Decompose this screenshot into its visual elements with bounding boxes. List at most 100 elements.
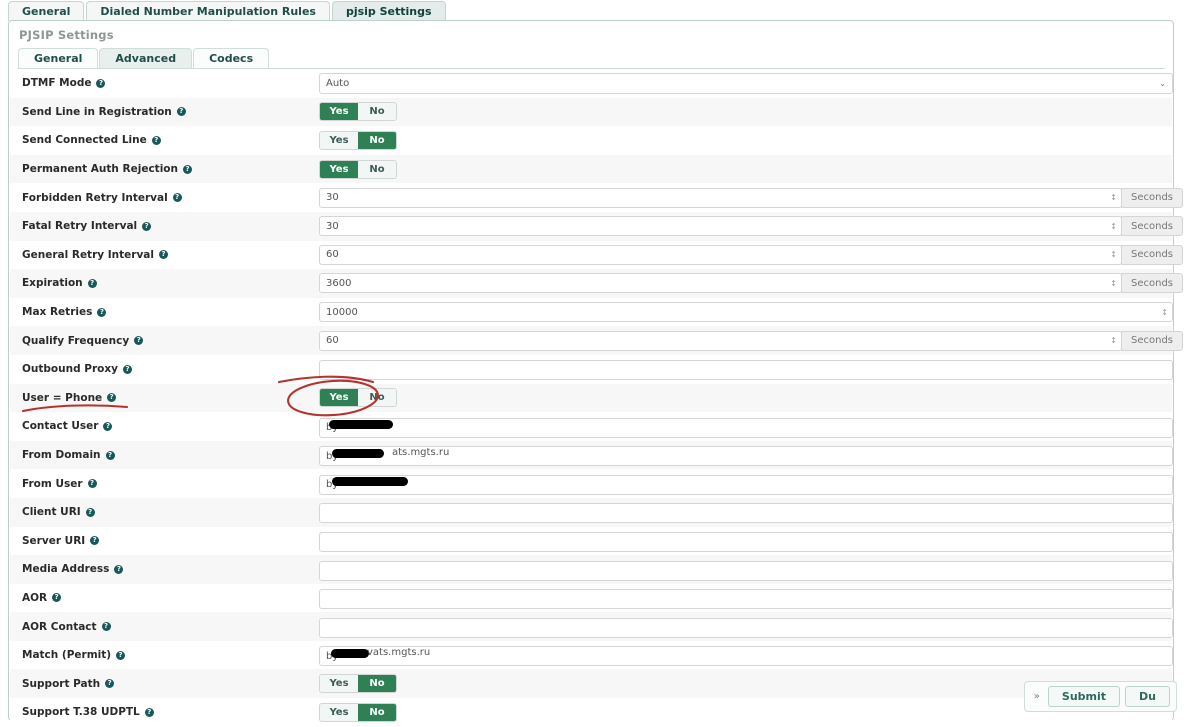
input-qualify-frequency[interactable] [319, 330, 1122, 351]
field-label-max-retries: Max Retries? [22, 306, 319, 318]
field-label-text: From User [22, 477, 83, 490]
unit-label-fatal-retry-interval: Seconds [1121, 216, 1184, 237]
inner-tab-advanced[interactable]: Advanced [99, 48, 193, 68]
toggle-user-equals-phone[interactable]: Yes No [319, 388, 397, 408]
toggle-option-yes-support-t38-udptl[interactable]: Yes [320, 703, 358, 721]
field-control-forbidden-retry-interval: ↕Seconds [319, 187, 1184, 208]
form-row-qualify-frequency: Qualify Frequency? ↕Seconds [10, 326, 1184, 355]
help-icon[interactable]: ? [103, 421, 113, 431]
toggle-option-yes-support-path[interactable]: Yes [320, 675, 358, 693]
field-control-contact-user [319, 415, 1173, 438]
toggle-option-no-support-t38-udptl[interactable]: No [358, 703, 396, 721]
outer-tab-general[interactable]: General [8, 1, 85, 21]
toggle-option-no-user-equals-phone[interactable]: No [358, 389, 396, 407]
field-label-text: Send Connected Line [22, 134, 147, 147]
toggle-option-yes-user-equals-phone[interactable]: Yes [320, 389, 358, 407]
help-icon[interactable]: ? [144, 707, 154, 717]
field-control-client-uri [319, 501, 1173, 524]
number-wrapper-forbidden-retry-interval: ↕ [319, 187, 1122, 208]
field-label-outbound-proxy: Outbound Proxy? [22, 363, 319, 375]
toggle-support-t38-udptl[interactable]: Yes No [319, 702, 397, 722]
help-icon[interactable]: ? [52, 593, 62, 603]
help-icon[interactable]: ? [87, 479, 97, 489]
toggle-option-yes-permanent-auth-rejection[interactable]: Yes [320, 160, 358, 178]
inner-tab-codecs[interactable]: Codecs [193, 48, 270, 68]
field-label-text: Match (Permit) [22, 649, 112, 662]
text-wrapper-aor [319, 587, 1173, 610]
help-icon[interactable]: ? [105, 679, 115, 689]
field-label-text: Client URI [22, 506, 81, 519]
field-control-from-domain: ats.mgts.ru [319, 444, 1173, 467]
help-icon[interactable]: ? [159, 250, 168, 260]
toggle-option-yes-send-connected-line[interactable]: Yes [320, 131, 358, 149]
inner-tab-general[interactable]: General [18, 48, 99, 68]
field-label-expiration: Expiration? [22, 277, 319, 289]
input-max-retries[interactable] [319, 302, 1173, 323]
field-label-aor-contact: AOR Contact? [22, 621, 319, 633]
input-general-retry-interval[interactable] [319, 244, 1122, 265]
toggle-send-line-in-registration[interactable]: Yes No [319, 102, 397, 122]
toggle-send-connected-line[interactable]: Yes No [319, 130, 397, 150]
input-contact-user[interactable] [319, 417, 1173, 438]
help-icon[interactable]: ? [107, 393, 117, 403]
help-icon[interactable]: ? [182, 164, 192, 174]
help-icon[interactable]: ? [97, 307, 107, 317]
form-row-general-retry-interval: General Retry Interval?↕Seconds [10, 240, 1184, 270]
help-icon[interactable]: ? [96, 78, 106, 88]
input-aor[interactable] [319, 589, 1173, 610]
toggle-option-no-send-connected-line[interactable]: No [358, 131, 396, 149]
input-from-user[interactable] [319, 474, 1173, 495]
form-row-client-uri: Client URI? [10, 497, 1173, 527]
input-forbidden-retry-interval[interactable] [319, 187, 1122, 208]
submit-button[interactable]: Submit [1047, 686, 1121, 707]
field-label-text: Media Address [22, 563, 110, 576]
field-label-text: Qualify Frequency [22, 334, 130, 347]
help-icon[interactable]: ? [85, 507, 95, 517]
outer-tab-dialed-number-manipulation-rules[interactable]: Dialed Number Manipulation Rules [86, 1, 330, 21]
field-label-forbidden-retry-interval: Forbidden Retry Interval? [22, 192, 319, 204]
help-icon[interactable]: ? [176, 107, 186, 117]
field-label-dtmf-mode: DTMF Mode? [22, 77, 319, 89]
field-label-text: Fatal Retry Interval [22, 220, 138, 233]
input-media-address[interactable] [319, 560, 1173, 581]
field-control-fatal-retry-interval: ↕Seconds [319, 216, 1184, 237]
help-icon[interactable]: ? [90, 536, 100, 546]
input-client-uri[interactable] [319, 503, 1173, 524]
help-icon[interactable]: ? [172, 193, 182, 203]
outer-tab-pjsip-settings[interactable]: pjsip Settings [331, 1, 446, 21]
field-control-permanent-auth-rejection: Yes No [319, 159, 397, 179]
help-icon[interactable]: ? [151, 135, 161, 145]
help-icon[interactable]: ? [105, 450, 115, 460]
input-expiration[interactable] [319, 273, 1122, 294]
field-label-text: From Domain [22, 449, 101, 462]
toggle-option-no-support-path[interactable]: No [358, 675, 396, 693]
help-icon[interactable]: ? [116, 650, 126, 660]
toggle-permanent-auth-rejection[interactable]: Yes No [319, 159, 397, 179]
input-server-uri[interactable] [319, 532, 1173, 553]
help-icon[interactable]: ? [87, 278, 97, 288]
field-control-aor-contact [319, 615, 1173, 638]
field-label-support-t38-udptl: Support T.38 UDPTL? [22, 706, 319, 718]
input-aor-contact[interactable] [319, 617, 1173, 638]
expand-actions-button[interactable]: » [1031, 691, 1043, 702]
select-dtmf-mode[interactable]: Auto ⌄ [319, 72, 1173, 94]
field-control-qualify-frequency: ↕Seconds [319, 330, 1184, 351]
help-icon[interactable]: ? [142, 221, 152, 231]
toggle-support-path[interactable]: Yes No [319, 674, 397, 694]
help-icon[interactable]: ? [101, 622, 111, 632]
toggle-option-yes-send-line-in-registration[interactable]: Yes [320, 103, 358, 121]
input-match-permit[interactable] [319, 646, 1173, 667]
form-row-user-equals-phone: User = Phone? Yes No [10, 383, 1172, 413]
field-label-text: AOR Contact [22, 620, 97, 633]
duplicate-button[interactable]: Du [1125, 686, 1170, 707]
text-wrapper-from-domain: ats.mgts.ru [319, 444, 1173, 467]
field-label-from-domain: From Domain? [22, 449, 319, 461]
help-icon[interactable]: ? [122, 364, 132, 374]
input-outbound-proxy[interactable] [319, 360, 1173, 381]
help-icon[interactable]: ? [114, 564, 124, 574]
text-wrapper-match-permit: vats.mgts.ru [319, 644, 1173, 667]
help-icon[interactable]: ? [134, 336, 144, 346]
input-fatal-retry-interval[interactable] [319, 216, 1122, 237]
toggle-option-no-send-line-in-registration[interactable]: No [358, 103, 396, 121]
toggle-option-no-permanent-auth-rejection[interactable]: No [358, 160, 396, 178]
